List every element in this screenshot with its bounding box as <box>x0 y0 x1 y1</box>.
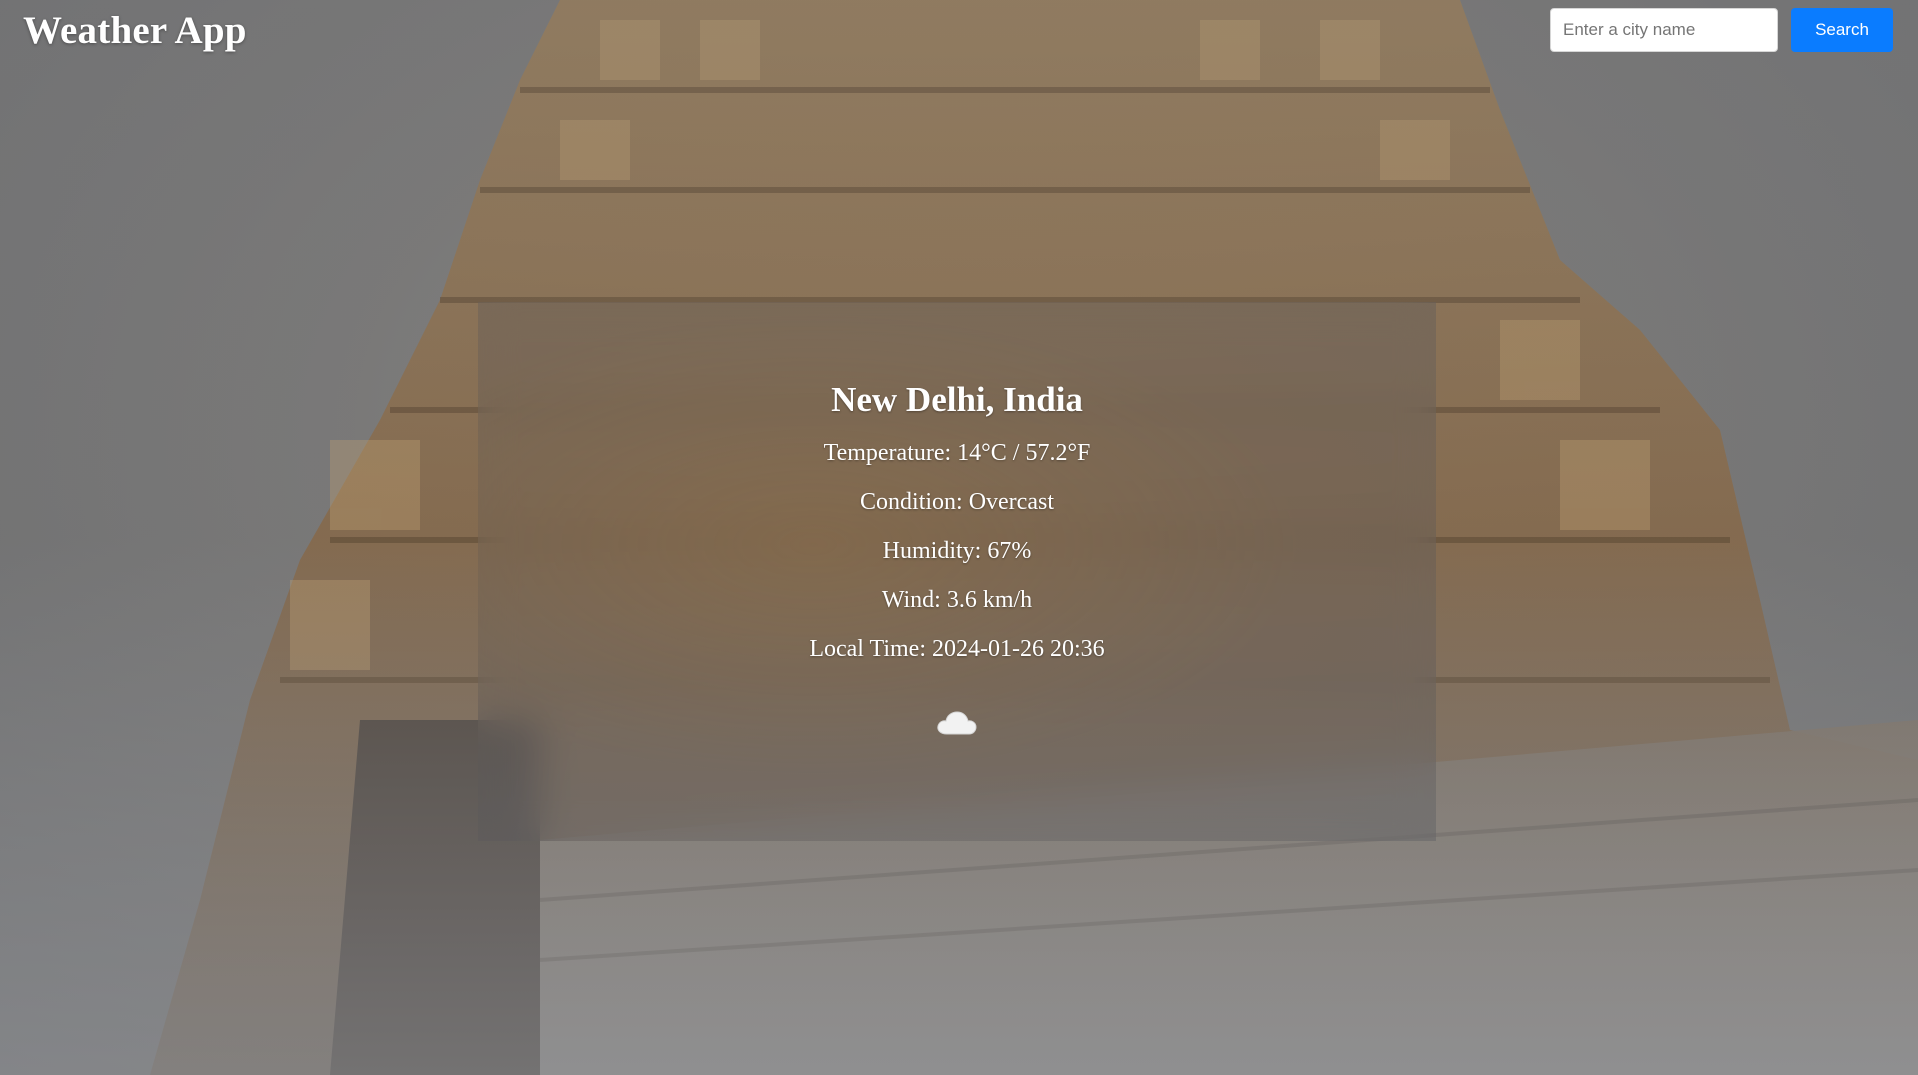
wind-text: Wind: 3.6 km/h <box>881 587 1033 613</box>
search-button[interactable]: Search <box>1791 8 1893 52</box>
local-time-text: Local Time: 2024-01-26 20:36 <box>809 636 1105 662</box>
condition-text: Condition: Overcast <box>860 489 1054 515</box>
search-bar: Search <box>1550 8 1893 52</box>
app-title: Weather App <box>23 9 247 52</box>
temperature-text: Temperature: 14°C / 57.2°F <box>823 440 1091 466</box>
weather-card: New Delhi, India Temperature: 14°C / 57.… <box>478 302 1436 841</box>
cloud-icon <box>937 711 977 735</box>
humidity-text: Humidity: 67% <box>882 538 1032 564</box>
city-search-input[interactable] <box>1550 8 1778 52</box>
location-heading: New Delhi, India <box>831 380 1083 419</box>
